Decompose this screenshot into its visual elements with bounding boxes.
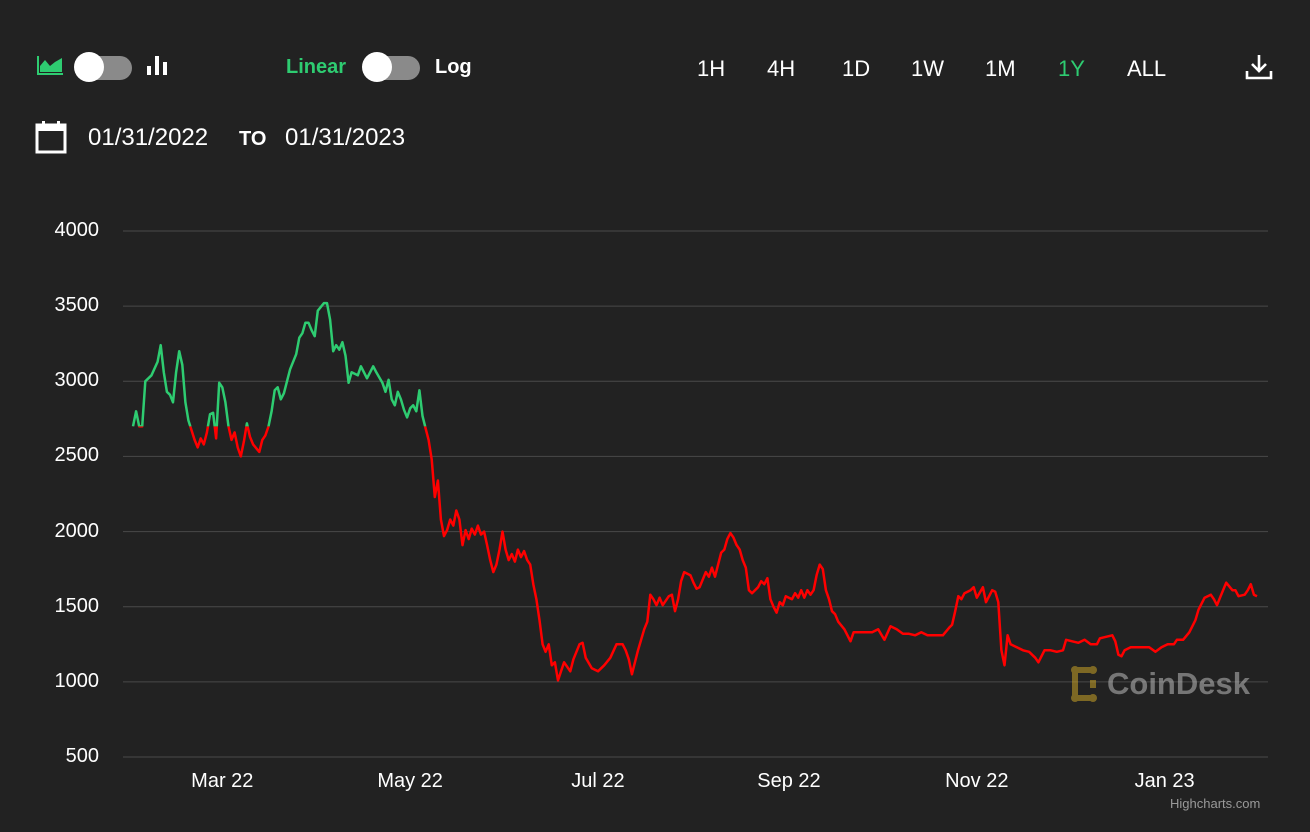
x-tick-label: Jan 23 <box>1134 770 1195 792</box>
y-tick-label: 4000 <box>54 219 100 241</box>
coindesk-logo-icon <box>1071 666 1097 702</box>
coindesk-watermark: CoinDesk <box>1067 666 1250 702</box>
y-tick-label: 1000 <box>54 669 100 692</box>
price-chart[interactable] <box>0 0 1310 832</box>
y-tick-label: 2500 <box>54 444 100 467</box>
y-tick-label: 2000 <box>54 519 100 542</box>
x-tick-label: May 22 <box>377 770 443 792</box>
price-line-below-threshold <box>132 426 1258 682</box>
watermark-text: CoinDesk <box>1107 666 1250 701</box>
y-tick-label: 3500 <box>54 294 100 317</box>
highcharts-credits[interactable]: Highcharts.com <box>1170 796 1260 811</box>
price-line-above-threshold <box>131 301 427 427</box>
x-tick-label: Sep 22 <box>757 770 821 792</box>
y-tick-label: 500 <box>65 745 99 767</box>
y-tick-label: 3000 <box>54 369 100 392</box>
x-tick-label: Nov 22 <box>945 770 1009 792</box>
y-tick-label: 1500 <box>54 594 100 617</box>
x-tick-label: Jul 22 <box>571 770 625 792</box>
x-tick-label: Mar 22 <box>191 770 254 792</box>
